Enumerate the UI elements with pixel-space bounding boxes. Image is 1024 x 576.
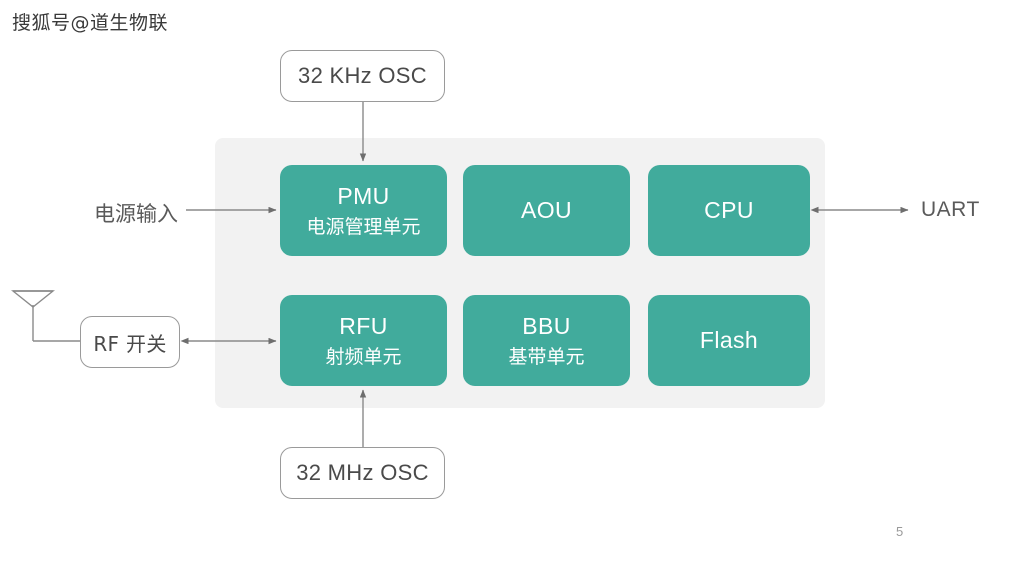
label-uart: UART xyxy=(921,198,980,221)
slide-canvas: 搜狐号@道生物联 PMU 电源管理单元 AOU CPU RFU 射频单元 BBU… xyxy=(0,0,1024,576)
block-rfu[interactable]: RFU 射频单元 xyxy=(280,295,447,386)
box-rf-switch[interactable]: RF 开关 xyxy=(80,316,180,368)
block-pmu-title: PMU xyxy=(337,182,390,209)
block-pmu[interactable]: PMU 电源管理单元 xyxy=(280,165,447,256)
block-bbu[interactable]: BBU 基带单元 xyxy=(463,295,630,386)
block-rfu-subtitle: 射频单元 xyxy=(325,345,402,368)
antenna-icon xyxy=(11,290,55,308)
block-flash-title: Flash xyxy=(699,327,759,354)
block-cpu-title: CPU xyxy=(704,197,754,224)
box-32mhz-osc[interactable]: 32 MHz OSC xyxy=(280,447,445,499)
block-pmu-subtitle: 电源管理单元 xyxy=(306,215,421,238)
block-bbu-title: BBU xyxy=(522,312,571,339)
block-cpu[interactable]: CPU xyxy=(648,165,810,256)
box-32khz-osc[interactable]: 32 KHz OSC xyxy=(280,50,445,102)
page-number: 5 xyxy=(896,524,904,539)
block-bbu-subtitle: 基带单元 xyxy=(508,345,585,368)
block-rfu-title: RFU xyxy=(339,312,388,339)
block-aou[interactable]: AOU xyxy=(463,165,630,256)
block-flash[interactable]: Flash xyxy=(648,295,810,386)
block-aou-title: AOU xyxy=(520,197,573,224)
watermark-text: 搜狐号@道生物联 xyxy=(12,12,169,34)
label-power-input: 电源输入 xyxy=(94,202,178,226)
